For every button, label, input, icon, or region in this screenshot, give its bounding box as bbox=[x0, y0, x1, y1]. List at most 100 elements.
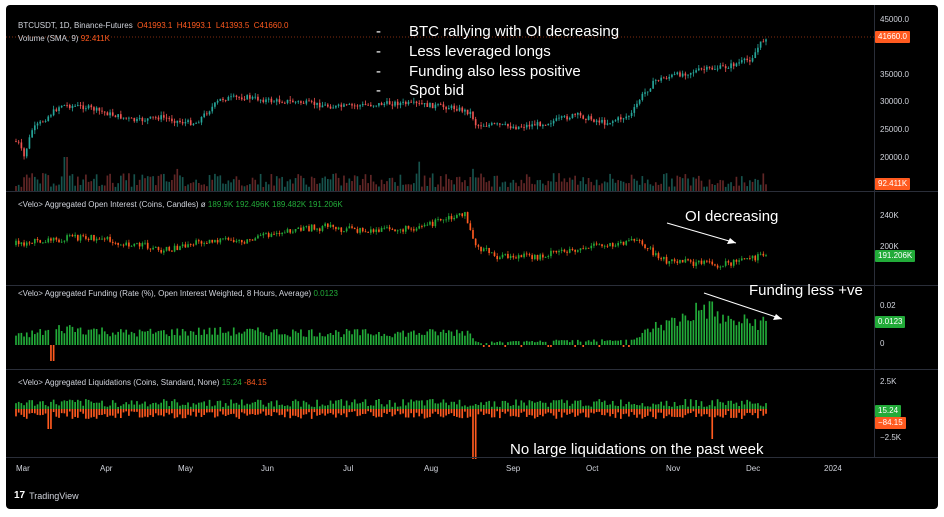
price-candle bbox=[404, 101, 407, 105]
oi-candle bbox=[144, 242, 146, 244]
oi-candle bbox=[429, 221, 431, 225]
funding-bar bbox=[477, 342, 480, 345]
oi-candle bbox=[232, 240, 235, 242]
funding-title: <Velo> Aggregated Funding (Rate (%), Ope… bbox=[18, 289, 312, 298]
funding-bar bbox=[337, 331, 340, 345]
funding-bar bbox=[356, 329, 359, 345]
liq-short-bar bbox=[165, 409, 168, 413]
last-price-tag: 41660.0 bbox=[875, 31, 910, 43]
liq-short-bar bbox=[364, 409, 367, 414]
liq-short-bar bbox=[754, 409, 757, 414]
price-candle bbox=[563, 116, 566, 117]
liq-long-bar bbox=[727, 400, 730, 409]
liq-short-bar bbox=[716, 409, 719, 416]
liq-long-bar bbox=[39, 401, 42, 409]
pane-divider[interactable] bbox=[6, 369, 938, 370]
volume-value: 92.411K bbox=[80, 34, 110, 43]
funding-bar bbox=[165, 334, 168, 345]
volume-bar bbox=[630, 174, 633, 191]
funding-bar bbox=[555, 339, 558, 345]
oi-candle bbox=[609, 243, 611, 247]
volume-bar bbox=[762, 173, 765, 191]
price-tick: 25000.0 bbox=[880, 125, 909, 134]
volume-bar bbox=[128, 173, 130, 191]
funding-bar bbox=[684, 315, 687, 345]
liq-short-bar bbox=[450, 409, 453, 414]
volume-bar bbox=[36, 179, 39, 191]
liq-long-bar bbox=[63, 400, 66, 409]
oi-legend[interactable]: <Velo> Aggregated Open Interest (Coins, … bbox=[18, 200, 343, 209]
tradingview-brand[interactable]: 17 TradingView bbox=[14, 490, 79, 501]
oi-candle bbox=[628, 240, 630, 242]
volume-bar bbox=[125, 180, 128, 191]
funding-bar bbox=[456, 329, 458, 345]
funding-bar bbox=[42, 334, 44, 345]
oi-candle bbox=[431, 221, 434, 227]
oi-candle bbox=[375, 229, 378, 232]
volume-bar bbox=[735, 176, 738, 191]
liq-short-bar bbox=[464, 409, 466, 412]
liq-long-bar bbox=[464, 405, 466, 409]
price-candle bbox=[515, 126, 517, 130]
price-candle bbox=[520, 126, 523, 128]
liq-long-bar bbox=[762, 406, 765, 409]
liq-long-bar bbox=[335, 400, 337, 409]
liq-short-bar bbox=[267, 409, 270, 415]
price-candle bbox=[203, 113, 206, 117]
oi-candle bbox=[633, 238, 636, 241]
funding-bar bbox=[203, 329, 206, 345]
liq-short-bar bbox=[587, 409, 590, 418]
liq-long-bar bbox=[593, 401, 595, 409]
volume-legend[interactable]: Volume (SMA, 9) 92.411K bbox=[18, 34, 110, 43]
liq-long-bar bbox=[68, 399, 71, 409]
funding-bar bbox=[547, 345, 550, 347]
liq-short-bar bbox=[224, 409, 227, 417]
symbol-label: BTCUSDT, 1D, Binance-Futures bbox=[18, 21, 133, 30]
pane-divider[interactable] bbox=[6, 191, 938, 192]
price-candle bbox=[157, 117, 160, 120]
price-candle bbox=[665, 77, 668, 79]
oi-candle bbox=[404, 225, 407, 232]
liq-short-bar bbox=[410, 409, 412, 414]
oi-candle bbox=[63, 240, 66, 242]
liq-long-bar bbox=[364, 399, 367, 409]
price-candle bbox=[469, 111, 472, 115]
liq-short-bar bbox=[595, 409, 598, 413]
liq-long-bar bbox=[660, 401, 662, 409]
volume-bar bbox=[386, 181, 388, 191]
price-candle bbox=[399, 102, 402, 106]
price-candle bbox=[216, 100, 219, 103]
liq-short-bar bbox=[345, 409, 348, 418]
oi-candle bbox=[353, 227, 356, 230]
liq-legend[interactable]: <Velo> Aggregated Liquidations (Coins, S… bbox=[18, 378, 267, 387]
liq-long-bar bbox=[544, 402, 547, 409]
price-candle bbox=[130, 117, 133, 119]
x-tick: Dec bbox=[746, 464, 761, 473]
oi-candle bbox=[224, 237, 227, 239]
chart-canvas[interactable] bbox=[6, 5, 938, 509]
oi-candle bbox=[517, 255, 520, 259]
volume-bar bbox=[388, 178, 391, 191]
brand-label: TradingView bbox=[29, 490, 79, 501]
volume-bar bbox=[727, 183, 730, 191]
liq-short-bar bbox=[42, 409, 44, 415]
liq-long-bar bbox=[17, 401, 20, 409]
liq-short-bar bbox=[703, 409, 706, 415]
liq-long-bar bbox=[203, 401, 206, 409]
liq-long-bar bbox=[759, 405, 762, 409]
funding-bar bbox=[568, 342, 571, 345]
volume-bar bbox=[692, 177, 695, 191]
funding-bar bbox=[316, 336, 318, 345]
price-legend[interactable]: BTCUSDT, 1D, Binance-Futures O41993.1 H4… bbox=[18, 21, 288, 30]
funding-bar bbox=[125, 329, 128, 345]
volume-bar bbox=[628, 183, 630, 191]
liq-long-bar bbox=[136, 401, 138, 409]
funding-bar bbox=[224, 332, 227, 345]
price-candle bbox=[439, 104, 442, 106]
oi-candle bbox=[356, 229, 359, 233]
funding-bar bbox=[525, 340, 528, 345]
funding-legend[interactable]: <Velo> Aggregated Funding (Rate (%), Ope… bbox=[18, 289, 338, 298]
annotation-bullet: BTC rallying with OI decreasing bbox=[409, 23, 620, 40]
price-candle bbox=[598, 120, 601, 123]
volume-bar bbox=[192, 182, 195, 191]
